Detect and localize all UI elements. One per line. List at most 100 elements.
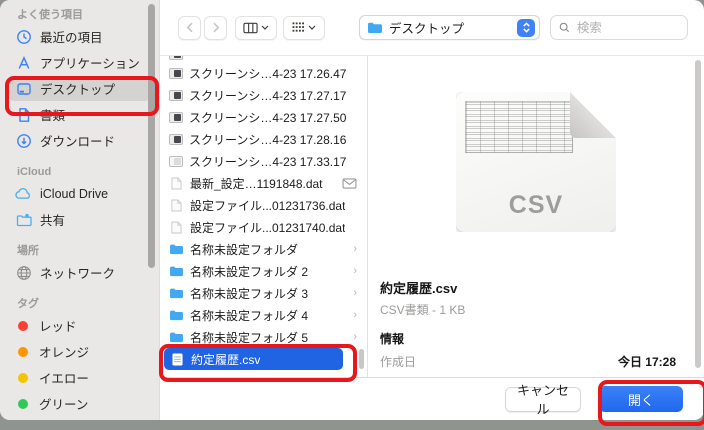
orange-tag-icon xyxy=(18,347,28,357)
folder-icon xyxy=(367,21,383,34)
created-date-value: 今日 17:28 xyxy=(618,353,676,370)
chevron-right-icon: › xyxy=(353,265,357,277)
folder-row[interactable]: 名称未設定フォルダ 4 › xyxy=(160,304,367,326)
sidebar-item-label: 最近の項目 xyxy=(40,27,103,46)
preview-file-meta: CSV書類 - 1 KB xyxy=(380,301,465,318)
sidebar-item-icloud-drive[interactable]: iCloud Drive xyxy=(8,181,151,206)
preview-info-heading: 情報 xyxy=(380,330,404,347)
folder-name: 名称未設定フォルダ 3 xyxy=(190,285,308,302)
sidebar-item-applications[interactable]: アプリケーション xyxy=(8,50,151,75)
search-field[interactable] xyxy=(550,15,688,40)
dat-file-icon xyxy=(169,220,184,234)
sidebar-item-tag-yellow[interactable]: イエロー xyxy=(8,365,151,390)
folder-icon xyxy=(169,286,184,300)
document-icon xyxy=(15,106,32,123)
sidebar-item-label: オレンジ xyxy=(39,342,89,361)
preview-filename: 約定履歴.csv xyxy=(380,278,457,297)
file-list: スクリーンシ…4-23 17.26.47 スクリーンシ…4-23 17.27.1… xyxy=(160,56,368,377)
file-list-scrollbar[interactable] xyxy=(359,349,364,369)
csv-document-icon: CSV xyxy=(456,92,616,232)
screenshot-thumbnail-icon xyxy=(169,112,183,123)
chevron-right-icon: › xyxy=(353,287,357,299)
column-view-button[interactable] xyxy=(235,16,277,40)
sidebar-item-label: ネットワーク xyxy=(40,263,115,282)
sidebar-item-label: iCloud Drive xyxy=(40,187,108,201)
yellow-tag-icon xyxy=(18,373,28,383)
file-row[interactable]: スクリーンシ…4-23 17.27.50 xyxy=(160,106,367,128)
file-row[interactable]: スクリーンシ…4-23 17.33.17 xyxy=(160,150,367,172)
sidebar-item-tag-orange[interactable]: オレンジ xyxy=(8,339,151,364)
screenshot-thumbnail-icon xyxy=(169,68,183,79)
sidebar-item-downloads[interactable]: ダウンロード xyxy=(8,128,151,153)
sidebar-item-desktop[interactable]: デスクトップ xyxy=(8,76,151,101)
search-icon xyxy=(559,21,570,34)
sidebar-section-tags: タグ xyxy=(17,297,159,311)
preview-scrollbar[interactable] xyxy=(695,60,701,368)
file-row[interactable]: スクリーンシ…4-23 17.26.47 xyxy=(160,62,367,84)
open-button[interactable]: 開く xyxy=(599,386,683,412)
sidebar-item-network[interactable]: ネットワーク xyxy=(8,260,151,285)
folder-row[interactable]: 名称未設定フォルダ 2 › xyxy=(160,260,367,282)
sidebar-section-icloud: iCloud xyxy=(17,165,159,179)
sidebar-item-tag-red[interactable]: レッド xyxy=(8,313,151,338)
sidebar: よく使う項目 最近の項目 アプリケーション デスクトップ 書類 xyxy=(0,0,160,420)
download-icon xyxy=(15,132,32,149)
dialog-footer: キャンセル 開く xyxy=(160,377,704,420)
applications-icon xyxy=(15,54,32,71)
sidebar-item-shared[interactable]: 共有 xyxy=(8,207,151,232)
file-name: スクリーンシ…4-23 17.33.17 xyxy=(189,153,346,170)
icon-view-button[interactable] xyxy=(283,16,325,40)
search-input[interactable] xyxy=(575,20,679,36)
dat-file-icon xyxy=(169,176,184,190)
sidebar-item-documents[interactable]: 書類 xyxy=(8,102,151,127)
shared-folder-icon xyxy=(15,211,32,228)
red-tag-icon xyxy=(18,321,28,331)
file-row[interactable]: 設定ファイル...01231736.dat xyxy=(160,194,367,216)
folder-row[interactable]: 名称未設定フォルダ 5 › xyxy=(160,326,367,348)
cancel-button[interactable]: キャンセル xyxy=(505,387,581,412)
forward-button[interactable] xyxy=(204,16,227,40)
sidebar-section-locations: 場所 xyxy=(17,244,159,258)
sidebar-item-label: グリーン xyxy=(39,394,88,413)
clock-icon xyxy=(15,28,32,45)
sidebar-item-label: ダウンロード xyxy=(40,131,115,150)
icloud-icon xyxy=(15,185,32,202)
columns-icon xyxy=(243,22,258,34)
preview-pane: CSV 約定履歴.csv CSV書類 - 1 KB 情報 作成日 今日 17:2… xyxy=(368,56,704,377)
grid-icon xyxy=(292,22,305,33)
screenshot-thumbnail-icon xyxy=(169,156,183,167)
file-name: スクリーンシ…4-23 17.27.17 xyxy=(189,87,346,104)
folder-name: 名称未設定フォルダ 5 xyxy=(190,329,308,346)
file-row-clipped xyxy=(160,56,367,62)
envelope-icon xyxy=(342,178,357,189)
sidebar-item-label: 書類 xyxy=(40,105,65,124)
folder-row[interactable]: 名称未設定フォルダ › xyxy=(160,238,367,260)
sidebar-item-recents[interactable]: 最近の項目 xyxy=(8,24,151,49)
file-row-selected[interactable]: 約定履歴.csv xyxy=(164,348,343,370)
file-row[interactable]: 最新_設定…1191848.dat xyxy=(160,172,367,194)
file-row[interactable]: スクリーンシ…4-23 17.27.17 xyxy=(160,84,367,106)
sidebar-item-label: イエロー xyxy=(39,368,89,387)
file-name: スクリーンシ…4-23 17.26.47 xyxy=(189,65,346,82)
file-row[interactable]: 設定ファイル...01231740.dat xyxy=(160,216,367,238)
sidebar-item-tag-green[interactable]: グリーン xyxy=(8,391,151,416)
popup-stepper-icon xyxy=(517,19,535,37)
sidebar-scrollbar[interactable] xyxy=(148,4,155,268)
chevron-right-icon: › xyxy=(353,243,357,255)
folder-row[interactable]: 名称未設定フォルダ 3 › xyxy=(160,282,367,304)
screenshot-thumbnail-icon xyxy=(169,134,183,145)
csv-table-thumbnail xyxy=(465,101,573,153)
file-name: 最新_設定…1191848.dat xyxy=(190,175,323,192)
chevron-right-icon: › xyxy=(353,309,357,321)
file-row[interactable]: スクリーンシ…4-23 17.28.16 xyxy=(160,128,367,150)
file-name: 約定履歴.csv xyxy=(191,351,260,368)
folder-icon xyxy=(169,242,184,256)
main-area: デスクトップ スクリーンシ…4-23 17.26.47 xyxy=(160,0,704,420)
file-name: 設定ファイル...01231736.dat xyxy=(190,197,345,214)
folder-icon xyxy=(169,330,184,344)
folder-icon xyxy=(169,308,184,322)
file-name: スクリーンシ…4-23 17.27.50 xyxy=(189,109,346,126)
created-date-label: 作成日 xyxy=(380,353,416,370)
back-button[interactable] xyxy=(178,16,201,40)
location-popup-button[interactable]: デスクトップ xyxy=(359,15,540,40)
